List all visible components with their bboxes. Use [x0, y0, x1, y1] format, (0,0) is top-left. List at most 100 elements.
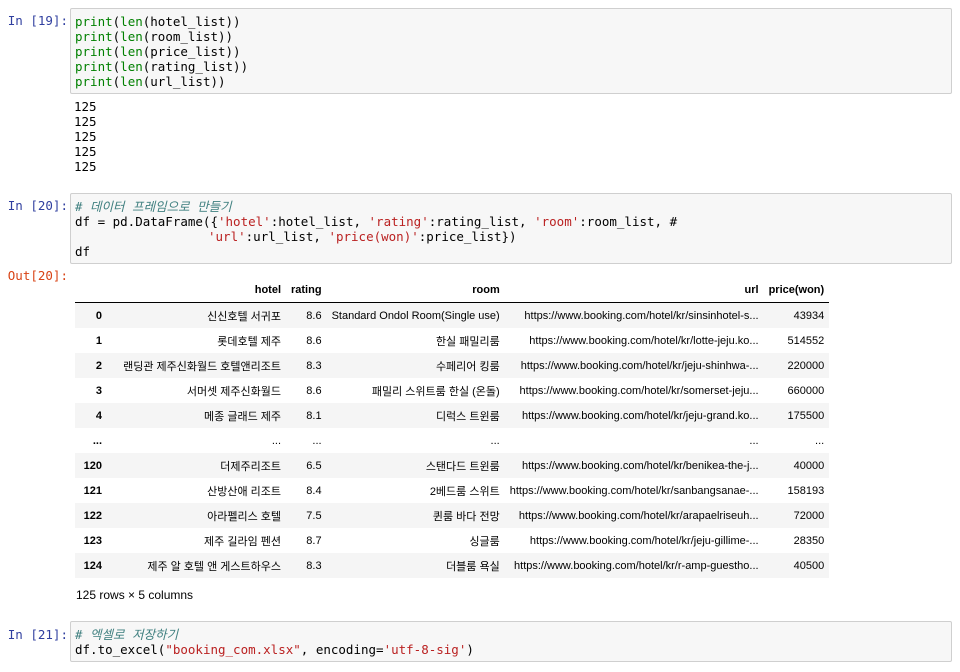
hotel-cell: 서머셋 제주신화월드: [186, 385, 281, 398]
code-args: (rating_list)): [142, 59, 249, 74]
code-line: print(len(hotel_list)): [75, 14, 947, 29]
index-cell: 124: [83, 559, 102, 572]
url-cell: https://www.booking.com/hotel/kr/benikea…: [521, 459, 759, 472]
code-token: ): [466, 642, 474, 657]
code-token: df = pd.DataFrame({: [75, 214, 218, 229]
rating-cell: 7.5: [306, 509, 322, 522]
code-token: :room_list,: [579, 214, 670, 229]
code-string: "booking_com.xlsx": [165, 642, 301, 657]
price-cell: 175500: [787, 409, 825, 422]
table-row: 3 서머셋 제주신화월드 8.6 패밀리 스위트룸 한실 (온돌) https://ww…: [75, 378, 829, 403]
code-string: 'rating': [368, 214, 429, 229]
code-token: :hotel_list,: [270, 214, 369, 229]
table-row: 4 메종 글래드 제주 8.1 디럭스 트윈룸 https://www.booking.…: [75, 403, 830, 428]
builtin-print: print: [75, 14, 113, 29]
hotel-cell: ...: [271, 434, 281, 447]
table-row: 124 제주 알 호텔 앤 게스트하우스 8.3 더블룸 욕실 https://www.…: [75, 553, 830, 578]
builtin-len: len: [120, 29, 143, 44]
room-cell: 한실 패밀리룸: [435, 335, 500, 348]
index-cell: ...: [92, 434, 102, 447]
hotel-cell: 제주 알 호텔 앤 게스트하우스: [147, 560, 281, 573]
code-line: print(len(url_list)): [75, 74, 947, 89]
code-line: df: [75, 244, 91, 259]
column-header-room: room: [326, 278, 505, 303]
cell-21-prompt: In [21]:: [7, 627, 68, 642]
builtin-len: len: [120, 74, 143, 89]
code-line: print(len(price_list)): [75, 44, 947, 59]
table-header-row: hotel rating room url price(won): [75, 278, 830, 303]
cell-19-output: 125 125 125 125 125: [74, 99, 97, 174]
table-row: 121 산방산애 리조트 8.4 2베드룸 스위트 https://www.bookin…: [75, 478, 829, 503]
room-cell: ...: [490, 434, 500, 447]
code-string: 'price(won)': [328, 229, 419, 244]
builtin-print: print: [75, 74, 113, 89]
builtin-len: len: [120, 14, 143, 29]
index-cell: 0: [95, 309, 102, 322]
table-row: ..................: [75, 428, 829, 453]
table-row: 2 랜딩관 제주신화월드 호텔앤리조트 8.3 수페리어 킹룸 https://www.…: [75, 353, 830, 378]
hotel-cell: 더제주리조트: [220, 460, 281, 473]
builtin-len: len: [120, 44, 143, 59]
price-cell: 43934: [793, 309, 825, 322]
room-cell: 패밀리 스위트룸 한실 (온돌): [371, 385, 500, 398]
index-header: [75, 278, 107, 303]
rating-cell: 8.3: [306, 559, 322, 572]
url-cell: https://www.booking.com/hotel/kr/jeju-sh…: [520, 359, 759, 372]
output-line: 125: [74, 99, 97, 114]
code-token: :rating_list,: [428, 214, 535, 229]
hotel-cell: 아라펠리스 호텔: [207, 510, 281, 523]
price-cell: 40000: [793, 459, 825, 472]
column-header-hotel: hotel: [107, 278, 286, 303]
index-cell: 2: [95, 359, 102, 372]
dataframe-footer: 125 rows × 5 columns: [76, 588, 194, 602]
index-cell: 121: [83, 484, 102, 497]
rating-cell: 8.3: [306, 359, 322, 372]
table-row: 1 롯데호텔 제주 8.6 한실 패밀리룸 https://www.booking.co…: [75, 328, 829, 353]
price-cell: 40500: [793, 559, 825, 572]
code-args: (room_list)): [142, 29, 234, 44]
table-row: 123 제주 길라임 펜션 8.7 싱글룸 https://www.booking.co…: [75, 528, 829, 553]
price-cell: ...: [815, 434, 825, 447]
room-cell: 수페리어 킹룸: [435, 360, 500, 373]
code-string: 'utf-8-sig': [383, 642, 467, 657]
code-comment: # 데이터 프레임으로 만들기: [75, 199, 232, 214]
cell-19-prompt: In [19]:: [7, 13, 68, 28]
price-cell: 72000: [793, 509, 825, 522]
builtin-print: print: [75, 29, 113, 44]
index-cell: 122: [83, 509, 102, 522]
hotel-cell: 랜딩관 제주신화월드 호텔앤리조트: [123, 360, 281, 373]
hotel-cell: 산방산애 리조트: [207, 485, 281, 498]
output-line: 125: [74, 159, 97, 174]
url-cell: https://www.booking.com/hotel/kr/somerse…: [519, 384, 759, 397]
price-cell: 158193: [787, 484, 825, 497]
rating-cell: ...: [312, 434, 322, 447]
hotel-cell: 신신호텔 서귀포: [207, 310, 281, 323]
index-cell: 123: [83, 534, 102, 547]
builtin-len: len: [120, 59, 143, 74]
rating-cell: 8.4: [306, 484, 322, 497]
room-cell: Standard Ondol Room(Single use): [331, 309, 500, 322]
url-cell: https://www.booking.com/hotel/kr/sinsinh…: [524, 309, 759, 322]
price-cell: 220000: [787, 359, 825, 372]
table-row: 120 더제주리조트 6.5 스탠다드 트윈룸 https://www.booking.…: [75, 453, 830, 478]
builtin-print: print: [75, 44, 113, 59]
code-line: 'url':url_list, 'price(won)':price_list}…: [75, 229, 947, 244]
dataframe-table: hotel rating room url price(won) 0 신신호텔 서…: [75, 278, 830, 578]
cell-20-prompt: In [20]:: [7, 198, 68, 213]
room-cell: 디럭스 트윈룸: [435, 410, 500, 423]
cell-20-input[interactable]: # 데이터 프레임으로 만들기 df = pd.DataFrame({'hote…: [70, 193, 952, 264]
output-line: 125: [74, 129, 97, 144]
output-line: 125: [74, 114, 97, 129]
code-string: 'url': [208, 229, 246, 244]
code-string: 'room': [534, 214, 580, 229]
cell-21-input[interactable]: # 엑셀로 저장하기 df.to_excel("booking_com.xlsx…: [70, 621, 952, 662]
cell-19-input[interactable]: print(len(hotel_list)) print(len(room_li…: [70, 8, 952, 94]
column-header-url: url: [504, 278, 764, 303]
price-cell: 514552: [787, 334, 825, 347]
url-cell: https://www.booking.com/hotel/kr/arapael…: [518, 509, 759, 522]
table-row: 122 아라펠리스 호텔 7.5 퀸룸 바다 전망 https://www.bookin…: [75, 503, 830, 528]
index-cell: 3: [95, 384, 102, 397]
output-line: 125: [74, 144, 97, 159]
index-cell: 4: [95, 409, 102, 422]
rating-cell: 8.6: [306, 334, 322, 347]
